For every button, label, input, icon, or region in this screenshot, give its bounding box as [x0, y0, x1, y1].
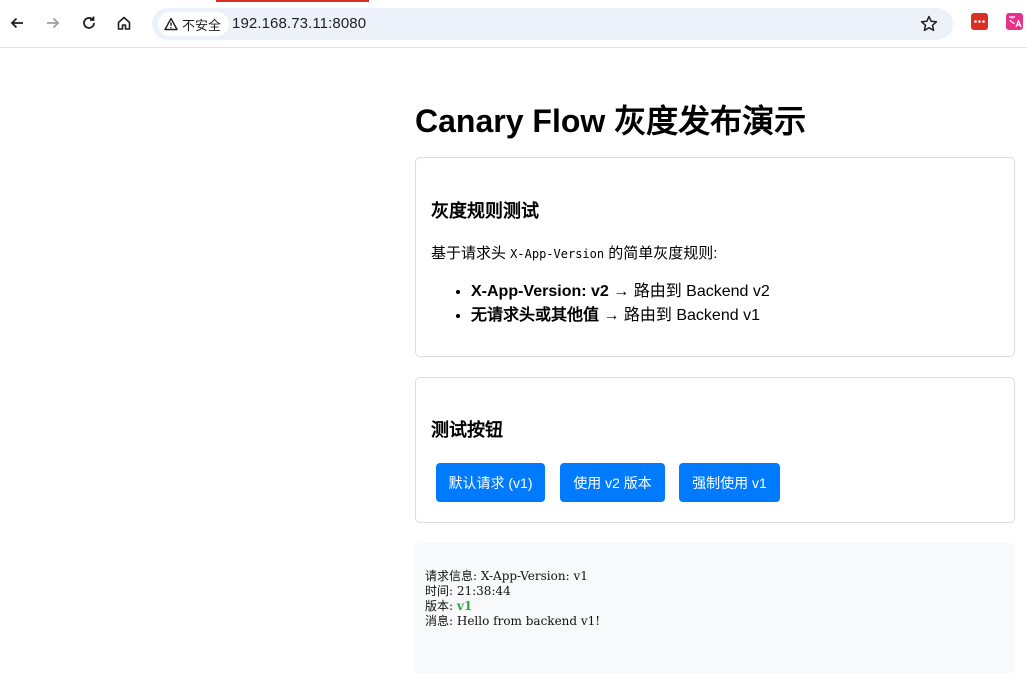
rules-heading: 灰度规则测试	[431, 201, 539, 221]
back-arrow-icon	[10, 17, 23, 29]
back-button[interactable]	[6, 12, 28, 34]
reload-icon	[83, 16, 95, 29]
buttons-card: 测试按钮 默认请求 (v1) 使用 v2 版本 强制使用 v1	[415, 377, 1015, 523]
request-label: 请求信息:	[425, 569, 481, 583]
request-value: X-App-Version: v1	[480, 569, 588, 583]
rules-card: 灰度规则测试 基于请求头 X-App-Version 的简单灰度规则: X-Ap…	[415, 157, 1015, 357]
dots-icon	[974, 20, 985, 23]
desc-prefix: 基于请求头	[431, 245, 511, 262]
list-item: 无请求头或其他值 → 路由到 Backend v1	[471, 304, 770, 328]
rule-key: X-App-Version: v2	[471, 283, 609, 300]
address-bar[interactable]: 不安全 192.168.73.11:8080	[152, 8, 953, 40]
forward-arrow-icon	[47, 17, 60, 29]
message-label: 消息:	[425, 614, 457, 628]
bookmark-star-button[interactable]	[919, 14, 939, 34]
page-title: Canary Flow 灰度发布演示	[415, 103, 807, 139]
rule-text: → 路由到 Backend v1	[599, 307, 760, 324]
translate-extension-icon[interactable]	[1006, 13, 1023, 30]
reload-button[interactable]	[78, 12, 100, 34]
home-icon	[117, 16, 131, 30]
extension-icon-red[interactable]	[971, 13, 988, 30]
url-text[interactable]: 192.168.73.11:8080	[232, 15, 366, 32]
use-v2-button[interactable]: 使用 v2 版本	[560, 463, 665, 502]
time-label: 时间:	[425, 584, 457, 598]
rule-key: 无请求头或其他值	[471, 307, 600, 324]
list-item: X-App-Version: v2 → 路由到 Backend v2	[471, 280, 770, 304]
result-panel: 请求信息: X-App-Version: v1 时间: 21:38:44 版本:…	[415, 543, 1015, 673]
buttons-heading: 测试按钮	[431, 420, 503, 440]
desc-suffix: 的简单灰度规则:	[604, 245, 718, 262]
default-request-button[interactable]: 默认请求 (v1)	[436, 463, 545, 502]
time-value: 21:38:44	[456, 584, 511, 598]
force-v1-button[interactable]: 强制使用 v1	[679, 463, 780, 502]
translate-icon	[1009, 16, 1022, 28]
result-text: 请求信息: X-App-Version: v1 时间: 21:38:44 版本:…	[425, 569, 600, 629]
version-label: 版本:	[425, 599, 457, 613]
security-label: 不安全	[182, 17, 222, 33]
star-icon	[920, 15, 938, 32]
forward-button[interactable]	[42, 12, 64, 34]
header-code: X-App-Version	[510, 247, 605, 261]
rule-text: → 路由到 Backend v2	[608, 283, 770, 300]
rules-list: X-App-Version: v2 → 路由到 Backend v2 无请求头或…	[431, 280, 770, 328]
version-value: v1	[456, 599, 473, 613]
warning-icon	[164, 17, 178, 31]
site-info-chip[interactable]: 不安全	[158, 12, 230, 36]
active-tab-indicator	[216, 0, 369, 2]
message-value: Hello from backend v1!	[456, 614, 601, 628]
home-button[interactable]	[113, 12, 135, 34]
rules-description: 基于请求头 X-App-Version 的简单灰度规则:	[431, 242, 717, 263]
browser-toolbar: 不安全 192.168.73.11:8080	[0, 0, 1027, 48]
